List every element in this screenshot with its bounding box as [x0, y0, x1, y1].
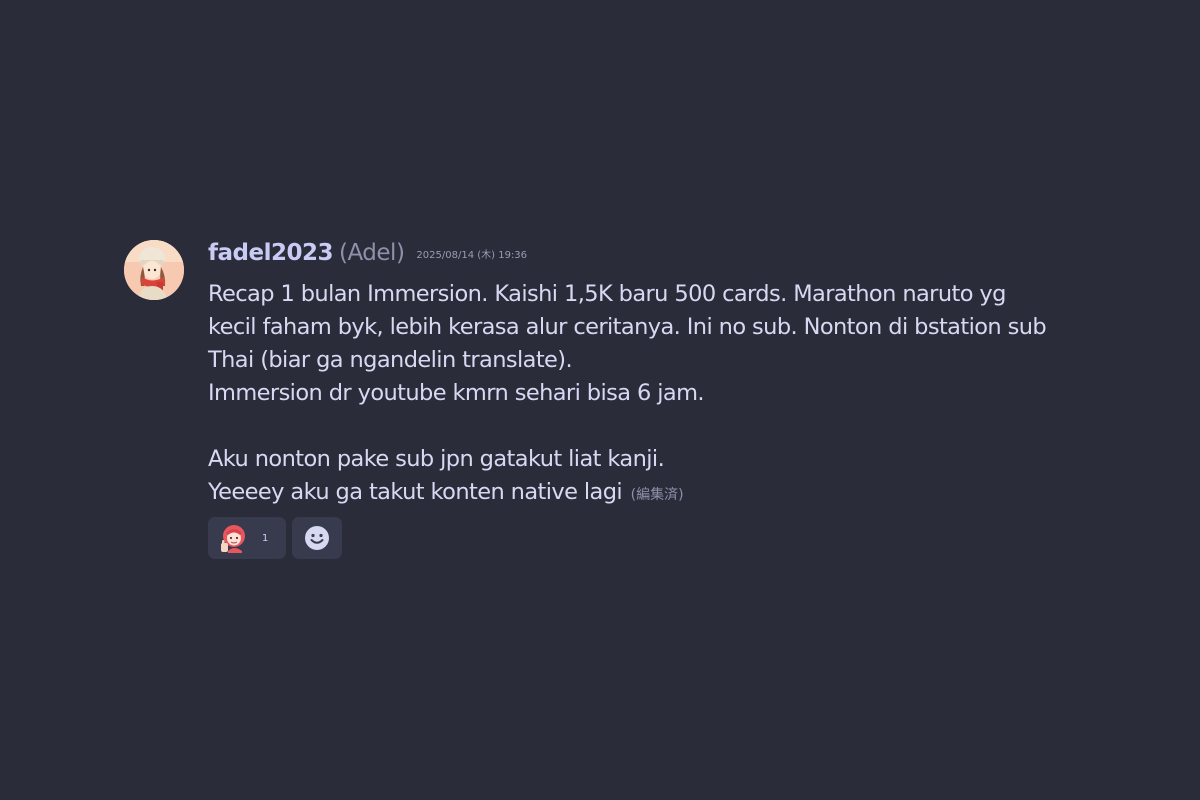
message-timestamp: 2025/08/14 (木) 19:36 — [416, 250, 528, 261]
chat-message: fadel2023 (Adel) 2025/08/14 (木) 19:36 Re… — [124, 240, 1084, 559]
reaction-chip[interactable]: 1 — [208, 517, 286, 559]
user-avatar-icon — [124, 240, 184, 300]
message-header: fadel2023 (Adel) 2025/08/14 (木) 19:36 — [208, 240, 1084, 270]
smiley-face-icon — [305, 526, 329, 550]
message-content: fadel2023 (Adel) 2025/08/14 (木) 19:36 Re… — [208, 240, 1084, 559]
reactions-bar: 1 — [208, 517, 1084, 559]
anime-girl-emoji-icon — [221, 525, 245, 553]
add-reaction-button[interactable] — [292, 517, 342, 559]
message-last-line: Yeeeey aku ga takut konten native lagi (… — [208, 476, 1084, 512]
nickname: (Adel) — [339, 240, 405, 266]
message-line: Immersion dr youtube kmrn sehari bisa 6 … — [208, 380, 705, 406]
edited-label: (編集済) — [630, 487, 684, 503]
user-avatar[interactable] — [124, 240, 184, 300]
reaction-count: 1 — [262, 532, 269, 544]
message-line: Yeeeey aku ga takut konten native lagi — [208, 479, 623, 505]
message-line: Recap 1 bulan Immersion. Kaishi 1,5K bar… — [208, 281, 1006, 307]
message-body: Recap 1 bulan Immersion. Kaishi 1,5K bar… — [208, 278, 1084, 512]
username[interactable]: fadel2023 — [208, 240, 334, 266]
message-line: Thai (biar ga ngandelin translate). — [208, 347, 573, 373]
message-line: kecil faham byk, lebih kerasa alur cerit… — [208, 314, 1047, 340]
message-line: Aku nonton pake sub jpn gatakut liat kan… — [208, 446, 665, 472]
